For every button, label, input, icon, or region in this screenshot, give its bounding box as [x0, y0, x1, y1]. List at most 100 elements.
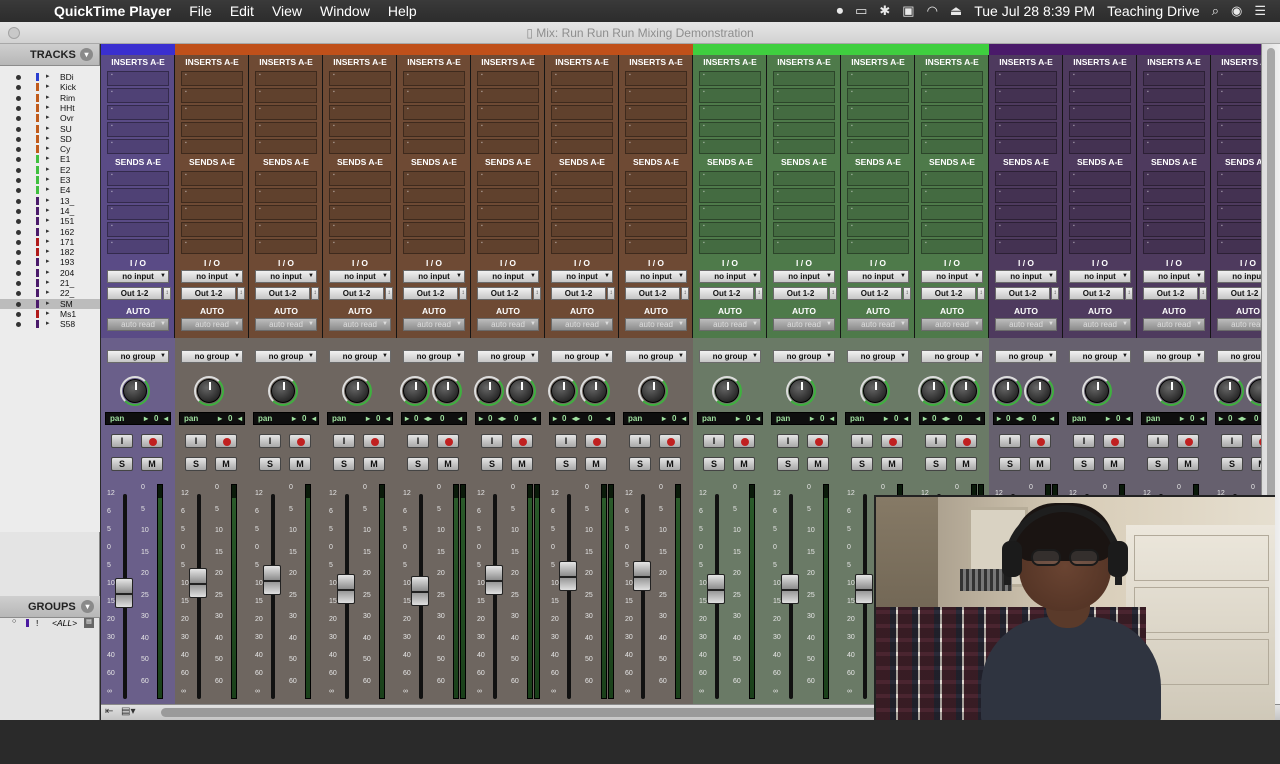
search-icon[interactable]: ⌕: [1212, 3, 1219, 19]
track-show-dot-icon[interactable]: [16, 198, 21, 204]
send-slot[interactable]: [699, 205, 761, 220]
send-slot[interactable]: [181, 188, 243, 203]
track-list-item[interactable]: ▸ BDi: [0, 72, 100, 82]
insert-slot[interactable]: [329, 105, 391, 120]
send-slot[interactable]: [995, 188, 1057, 203]
insert-slot[interactable]: [1143, 105, 1205, 120]
track-list-item[interactable]: ▸ 151: [0, 216, 100, 226]
automation-mode-selector[interactable]: auto read▼: [255, 318, 317, 331]
send-slot[interactable]: [1069, 239, 1131, 254]
send-slot[interactable]: [773, 239, 835, 254]
track-show-dot-icon[interactable]: [16, 311, 21, 317]
insert-slot[interactable]: [847, 105, 909, 120]
insert-slot[interactable]: [995, 105, 1057, 120]
pan-readout[interactable]: ▸ 0 ◂▸ 0 ◂: [475, 412, 541, 425]
output-path-icon[interactable]: ↕: [755, 287, 763, 300]
input-monitor-button[interactable]: I: [1221, 434, 1243, 448]
sends-label[interactable]: SENDS A-E: [545, 157, 619, 167]
mute-button[interactable]: M: [955, 457, 977, 471]
solo-button[interactable]: S: [259, 457, 281, 471]
inserts-label[interactable]: INSERTS A-E: [397, 57, 471, 67]
insert-slot[interactable]: [255, 139, 317, 154]
insert-slot[interactable]: [921, 139, 983, 154]
pan-readout[interactable]: pan ▸ 0 ◂: [327, 412, 393, 425]
solo-button[interactable]: S: [333, 457, 355, 471]
group-selector[interactable]: no group ▼: [403, 350, 465, 363]
output-selector[interactable]: Out 1-2: [1069, 287, 1124, 300]
insert-slot[interactable]: [1217, 88, 1261, 103]
track-list-item[interactable]: ▸ SM: [0, 298, 100, 309]
insert-slot[interactable]: [1143, 71, 1205, 86]
input-selector[interactable]: no input ▼: [847, 270, 909, 283]
insert-slot[interactable]: [1143, 139, 1205, 154]
menu-window[interactable]: Window: [320, 3, 370, 19]
send-slot[interactable]: [403, 239, 465, 254]
stop-recording-icon[interactable]: ⏺: [837, 3, 844, 19]
automation-mode-selector[interactable]: auto read▼: [1217, 318, 1261, 331]
inserts-label[interactable]: INSERTS A-E: [249, 57, 323, 67]
send-slot[interactable]: [181, 205, 243, 220]
send-slot[interactable]: [1143, 222, 1205, 237]
group-selector[interactable]: no group ▼: [921, 350, 983, 363]
send-slot[interactable]: [995, 171, 1057, 186]
output-path-icon[interactable]: ↕: [311, 287, 319, 300]
output-selector[interactable]: Out 1-2: [699, 287, 754, 300]
menu-app-name[interactable]: QuickTime Player: [54, 3, 171, 19]
menu-view[interactable]: View: [272, 3, 302, 19]
channel-color-bar[interactable]: [323, 44, 397, 55]
track-show-dot-icon[interactable]: [16, 105, 21, 111]
send-slot[interactable]: [625, 188, 687, 203]
automation-mode-selector[interactable]: auto read▼: [181, 318, 243, 331]
insert-slot[interactable]: [477, 88, 539, 103]
send-slot[interactable]: [1143, 188, 1205, 203]
send-slot[interactable]: [773, 205, 835, 220]
track-list-item[interactable]: ▸ E3: [0, 175, 100, 185]
channel-color-bar[interactable]: [619, 44, 693, 55]
track-show-dot-icon[interactable]: [16, 229, 21, 235]
insert-slot[interactable]: [773, 88, 835, 103]
output-path-icon[interactable]: ↕: [163, 287, 171, 300]
inserts-label[interactable]: INSERTS A-E: [619, 57, 693, 67]
send-slot[interactable]: [1217, 205, 1261, 220]
insert-slot[interactable]: [699, 88, 761, 103]
mute-button[interactable]: M: [807, 457, 829, 471]
send-slot[interactable]: [921, 222, 983, 237]
track-show-dot-icon[interactable]: [16, 239, 21, 245]
insert-slot[interactable]: [551, 122, 613, 137]
insert-slot[interactable]: [477, 139, 539, 154]
track-show-dot-icon[interactable]: [16, 301, 21, 307]
automation-mode-selector[interactable]: auto read▼: [1143, 318, 1205, 331]
pan-left-knob[interactable]: [403, 379, 427, 403]
group-selector[interactable]: no group ▼: [477, 350, 539, 363]
insert-slot[interactable]: [477, 122, 539, 137]
pan-right-knob[interactable]: [509, 379, 533, 403]
insert-slot[interactable]: [255, 88, 317, 103]
automation-mode-selector[interactable]: auto read▼: [403, 318, 465, 331]
pan-knob[interactable]: [1085, 379, 1109, 403]
send-slot[interactable]: [847, 239, 909, 254]
solo-button[interactable]: S: [925, 457, 947, 471]
insert-slot[interactable]: [773, 139, 835, 154]
send-slot[interactable]: [329, 205, 391, 220]
track-show-dot-icon[interactable]: [16, 281, 21, 286]
send-slot[interactable]: [921, 205, 983, 220]
eject-icon[interactable]: ⏏: [950, 3, 962, 19]
volume-fader[interactable]: [855, 574, 873, 604]
record-arm-button[interactable]: [585, 434, 607, 448]
track-list-item[interactable]: ▸ HHt: [0, 103, 100, 113]
insert-slot[interactable]: [403, 88, 465, 103]
insert-slot[interactable]: [773, 122, 835, 137]
mute-button[interactable]: M: [437, 457, 459, 471]
pan-knob[interactable]: [197, 379, 221, 403]
mute-button[interactable]: M: [511, 457, 533, 471]
pan-readout[interactable]: ▸ 0 ◂▸ 0 ◂: [993, 412, 1059, 425]
insert-slot[interactable]: [403, 139, 465, 154]
send-slot[interactable]: [551, 188, 613, 203]
volume-fader[interactable]: [559, 560, 577, 591]
output-path-icon[interactable]: ↕: [829, 287, 837, 300]
input-monitor-button[interactable]: I: [777, 434, 799, 448]
pan-knob[interactable]: [1159, 379, 1183, 403]
insert-slot[interactable]: [329, 139, 391, 154]
inserts-label[interactable]: INSERTS A-E: [989, 57, 1063, 67]
send-slot[interactable]: [403, 171, 465, 186]
